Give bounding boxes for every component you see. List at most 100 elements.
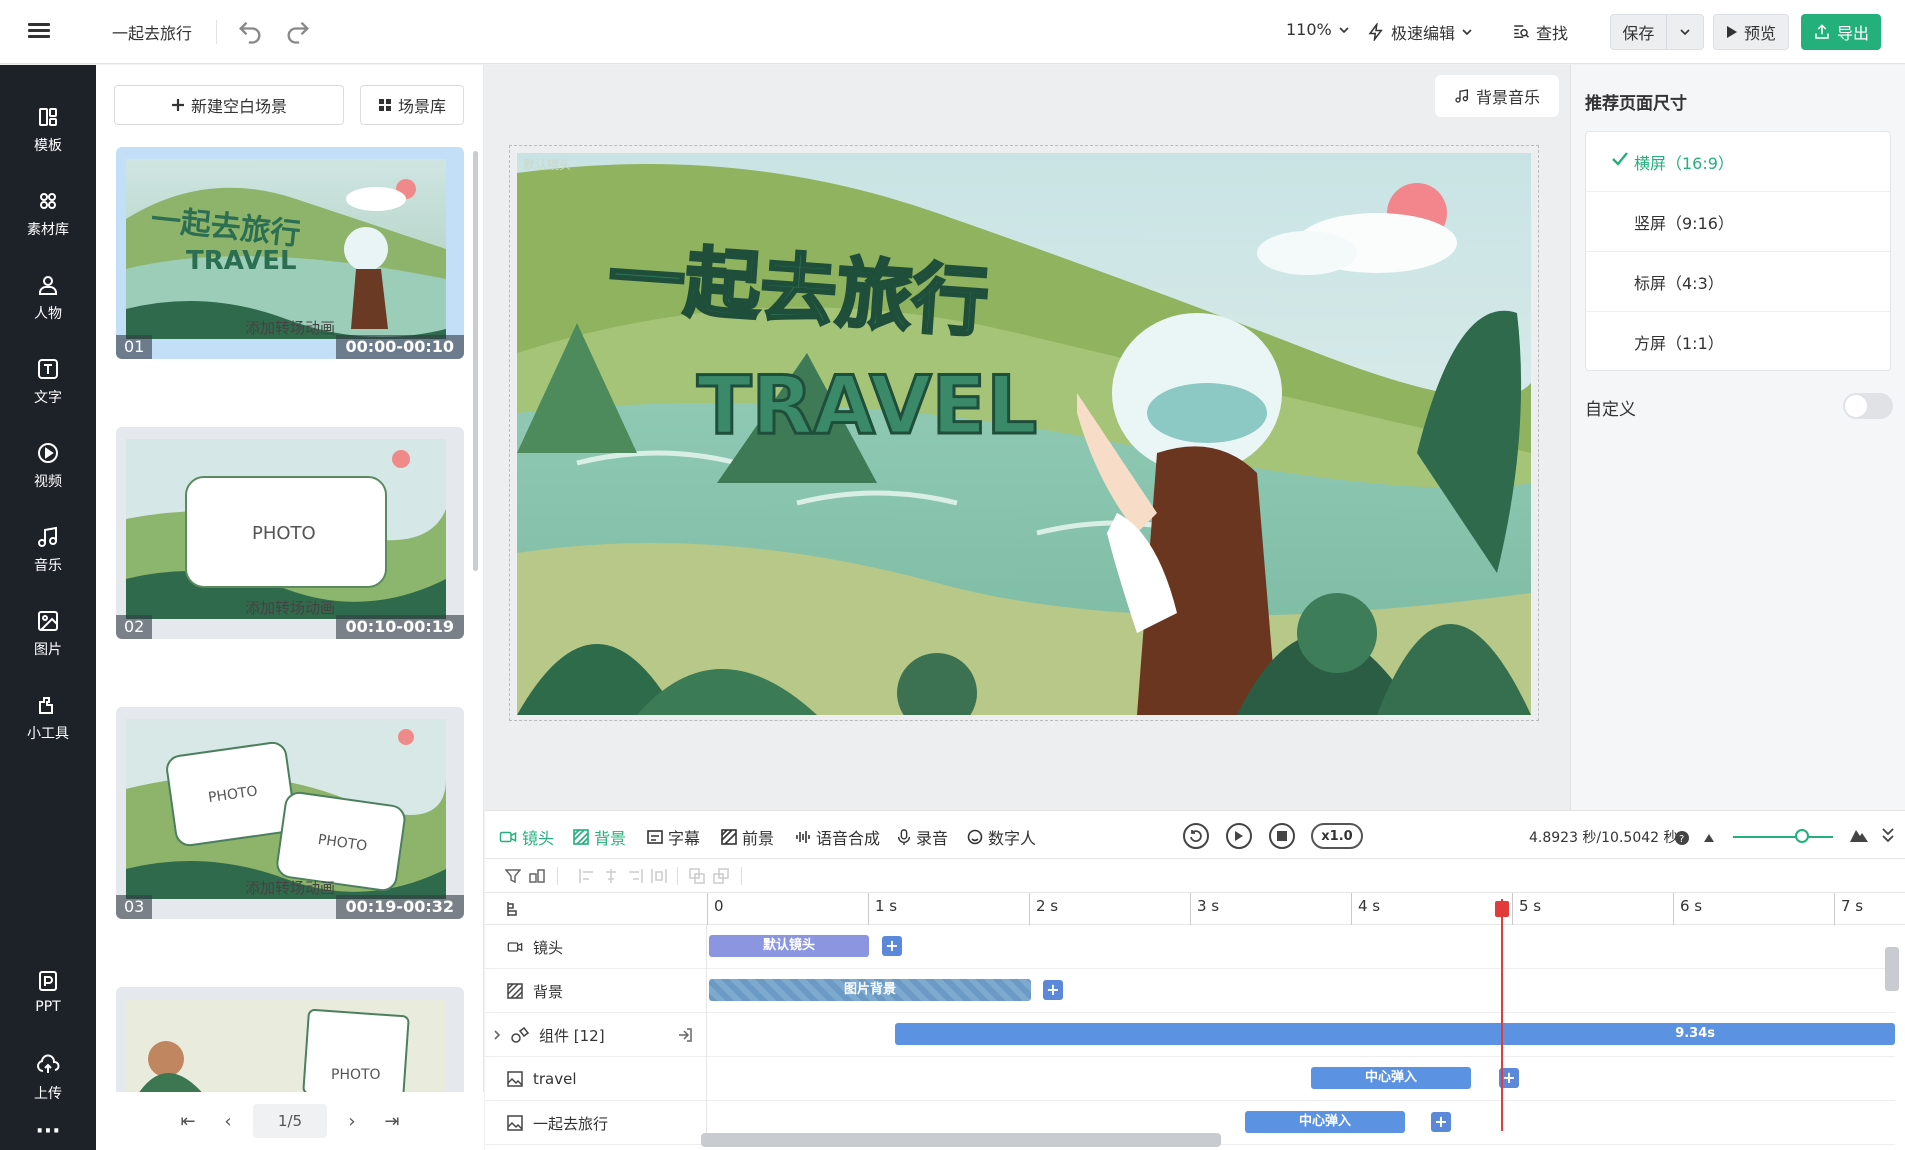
- tab-foreground[interactable]: 前景: [721, 825, 774, 849]
- distribute-icon: [651, 869, 667, 883]
- add-clip-button[interactable]: +: [1431, 1112, 1451, 1132]
- more-icon[interactable]: ···: [0, 1119, 96, 1145]
- rail-item-template[interactable]: 模板: [0, 105, 96, 175]
- rail-item-text[interactable]: 文字: [0, 357, 96, 427]
- track-label-title[interactable]: 一起去旅行: [485, 1101, 707, 1145]
- tab-camera[interactable]: 镜头: [499, 825, 554, 849]
- zoom-out-icon[interactable]: [1703, 831, 1717, 843]
- stop-icon: [1277, 831, 1287, 841]
- rail-item-music[interactable]: 音乐: [0, 525, 96, 595]
- scene-number: 01: [116, 335, 153, 359]
- rail-item-image[interactable]: 图片: [0, 609, 96, 679]
- tab-background[interactable]: 背景: [573, 825, 626, 849]
- divider: [557, 867, 558, 885]
- group-icon[interactable]: [529, 868, 545, 884]
- scene-thumb-4[interactable]: PHOTO: [116, 987, 464, 1097]
- zoom-dropdown[interactable]: 110%: [1286, 20, 1350, 39]
- playhead-handle[interactable]: [1495, 901, 1509, 917]
- clip-components-duration[interactable]: 9.34s: [895, 1023, 1895, 1045]
- redo-icon[interactable]: [284, 18, 312, 46]
- size-option-label: 横屏（16:9）: [1634, 153, 1734, 173]
- scene-canvas[interactable]: 一起去旅行 TRAVEL 默认镜头: [517, 153, 1531, 715]
- collapse-icon[interactable]: [1881, 827, 1895, 843]
- rail-item-tools[interactable]: 小工具: [0, 693, 96, 763]
- video-icon: [38, 443, 58, 463]
- clip-default-camera[interactable]: 默认镜头: [709, 935, 869, 957]
- size-option-standard[interactable]: 标屏（4:3）: [1586, 252, 1890, 312]
- background-music-button[interactable]: 背景音乐: [1435, 75, 1559, 117]
- tab-record[interactable]: 录音: [897, 825, 948, 849]
- rail-item-assets[interactable]: 素材库: [0, 189, 96, 259]
- tab-digital-human[interactable]: 数字人: [967, 825, 1036, 849]
- person-icon: [39, 276, 57, 295]
- edit-mode-dropdown[interactable]: 极速编辑: [1367, 20, 1473, 44]
- waveform-icon: [796, 831, 810, 843]
- export-button[interactable]: 导出: [1801, 14, 1881, 50]
- scene-list-scrollbar[interactable]: [473, 151, 478, 571]
- track-row-components: 组件 [12] 9.34s: [485, 1013, 1895, 1057]
- track-label-background[interactable]: 背景: [485, 969, 707, 1013]
- chevron-right-icon[interactable]: [493, 1029, 501, 1041]
- zoom-in-icon[interactable]: [1849, 827, 1869, 843]
- add-transition-link[interactable]: 添加转场动画: [116, 597, 464, 618]
- tab-subtitle[interactable]: 字幕: [647, 825, 700, 849]
- tab-label: 字幕: [668, 829, 701, 848]
- save-button[interactable]: 保存: [1611, 20, 1666, 44]
- add-transition-link[interactable]: 添加转场动画: [116, 877, 464, 898]
- timeline-toolbar: [485, 859, 1905, 893]
- filter-icon[interactable]: [505, 868, 521, 884]
- rail-item-person[interactable]: 人物: [0, 273, 96, 343]
- edit-mode-label: 极速编辑: [1391, 24, 1456, 43]
- add-transition-link[interactable]: 添加转场动画: [116, 317, 464, 338]
- playhead[interactable]: [1501, 899, 1503, 1131]
- image-icon: [507, 1071, 523, 1087]
- custom-size-toggle[interactable]: [1843, 393, 1893, 419]
- size-option-square[interactable]: 方屏（1:1）: [1586, 312, 1890, 372]
- timeline-vertical-scrollbar[interactable]: [1885, 947, 1899, 991]
- page-indicator[interactable]: 1/5: [253, 1104, 327, 1138]
- timeline-horizontal-scrollbar[interactable]: [701, 1133, 1221, 1147]
- size-option-landscape[interactable]: 横屏（16:9）: [1586, 132, 1890, 192]
- send-backward-icon: [713, 868, 729, 884]
- playback-speed[interactable]: x1.0: [1311, 823, 1363, 849]
- zoom-slider-handle[interactable]: [1795, 829, 1809, 843]
- rail-item-upload[interactable]: 上传: [0, 1053, 96, 1123]
- scene-library-button[interactable]: 场景库: [360, 85, 464, 125]
- last-page-icon[interactable]: ⇥: [377, 1106, 407, 1136]
- ruler-tick: 3 s: [1190, 893, 1219, 925]
- rail-item-video[interactable]: 视频: [0, 441, 96, 511]
- tab-tts[interactable]: 语音合成: [795, 825, 880, 849]
- zoom-slider-track[interactable]: [1733, 836, 1833, 838]
- new-scene-button[interactable]: 新建空白场景: [114, 85, 344, 125]
- stop-button[interactable]: [1269, 823, 1295, 849]
- size-option-portrait[interactable]: 竖屏（9:16）: [1586, 192, 1890, 252]
- ruler-tick: 7 s: [1834, 893, 1863, 925]
- clip-image-background[interactable]: 图片背景: [709, 979, 1031, 1001]
- prev-page-icon[interactable]: ‹: [213, 1106, 243, 1136]
- project-title[interactable]: 一起去旅行: [112, 20, 192, 44]
- play-button[interactable]: [1226, 823, 1252, 849]
- ruler-tick: 4 s: [1351, 893, 1380, 925]
- export-track-icon[interactable]: [677, 1027, 693, 1043]
- next-page-icon[interactable]: ›: [337, 1106, 367, 1136]
- rewind-button[interactable]: [1183, 823, 1209, 849]
- hamburger-menu-icon[interactable]: [28, 20, 50, 42]
- track-label-components[interactable]: 组件 [12]: [485, 1013, 707, 1057]
- first-page-icon[interactable]: ⇤: [173, 1106, 203, 1136]
- track-label-camera[interactable]: 镜头: [485, 925, 707, 969]
- canvas-title-en[interactable]: TRAVEL: [696, 358, 1039, 454]
- save-options-dropdown[interactable]: [1665, 15, 1703, 49]
- undo-icon[interactable]: [236, 18, 264, 46]
- assets-icon: [40, 193, 56, 209]
- time-ruler[interactable]: 0 1 s 2 s 3 s 4 s 5 s 6 s 7 s: [485, 893, 1905, 925]
- track-label-travel[interactable]: travel: [485, 1057, 707, 1101]
- find-button[interactable]: 查找: [1512, 20, 1568, 44]
- add-clip-button[interactable]: +: [882, 936, 902, 956]
- scene-time: 00:19-00:32: [335, 895, 464, 919]
- add-clip-button[interactable]: +: [1043, 980, 1063, 1000]
- clip-center-popin[interactable]: 中心弹入: [1311, 1067, 1471, 1089]
- rail-item-ppt[interactable]: PPT: [0, 969, 96, 1039]
- preview-button[interactable]: 预览: [1713, 14, 1789, 50]
- help-icon[interactable]: ?: [1675, 831, 1689, 845]
- clip-center-popin[interactable]: 中心弹入: [1245, 1111, 1405, 1133]
